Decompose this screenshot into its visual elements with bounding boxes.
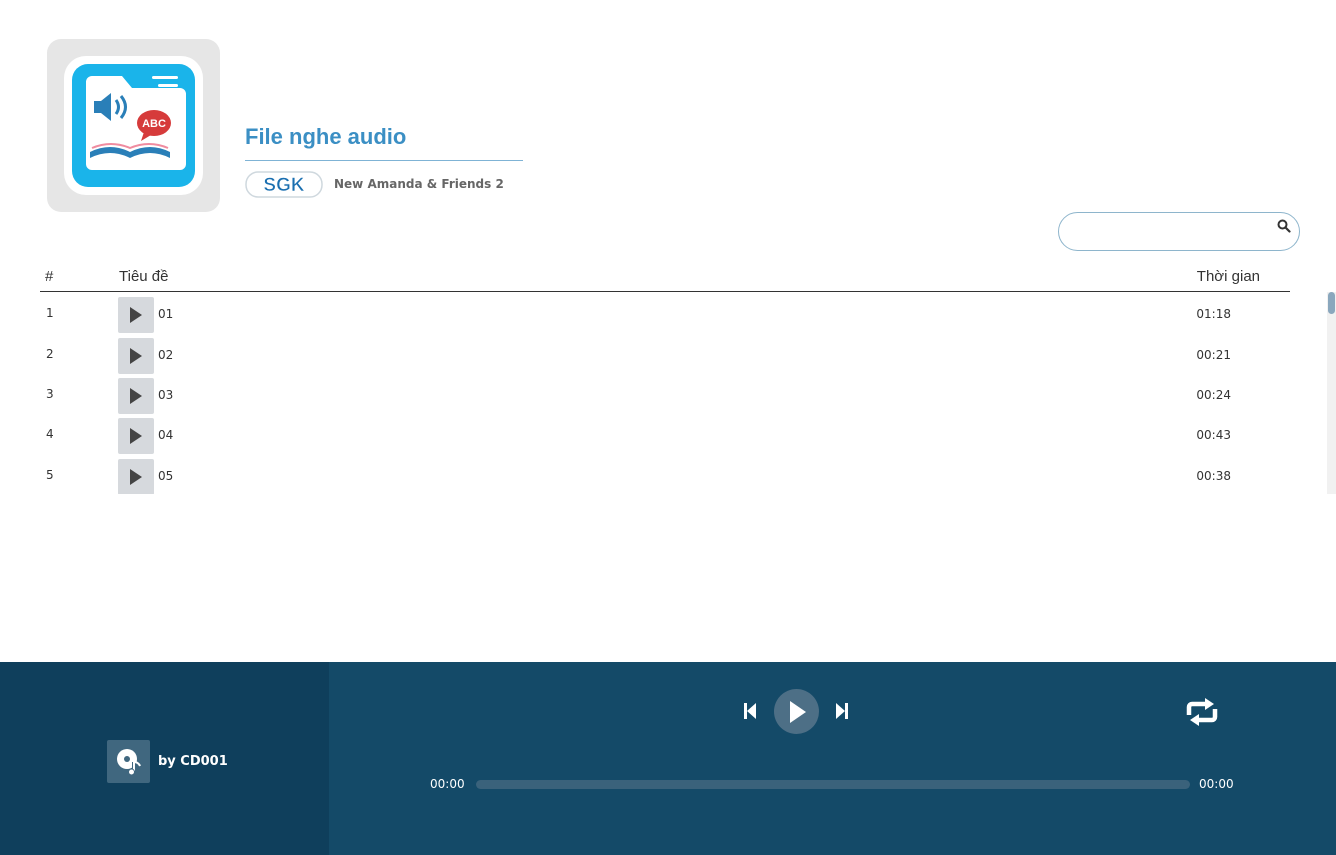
next-track-button[interactable] [834,702,850,724]
audio-page: ABC File nghe audio SGK New Amanda & Fri… [0,0,1336,855]
play-button[interactable] [774,689,819,734]
cd-music-icon [107,740,150,783]
track-number: 2 [46,347,54,361]
play-icon [130,428,142,444]
svg-text:ABC: ABC [142,118,166,130]
track-number: 4 [46,427,54,441]
play-icon [130,307,142,323]
track-number: 5 [46,468,54,482]
track-duration: 00:43 [1196,428,1231,442]
track-play-button[interactable] [118,297,154,333]
audio-player: by CD001 00:00 00:00 [0,662,1336,855]
track-table-header: # Tiêu đề Thời gian [40,262,1290,292]
track-list-scrollbar[interactable] [1327,292,1336,494]
skip-previous-icon [744,703,756,719]
audio-book-folder-icon: ABC [72,64,195,187]
track-name: 01 [158,307,174,321]
column-time: Thời gian [1196,268,1260,285]
play-icon [130,348,142,364]
track-duration: 00:38 [1196,469,1231,483]
play-icon [130,388,142,404]
track-name: 03 [158,388,174,402]
repeat-button[interactable] [1183,698,1221,730]
track-name: 02 [158,348,174,362]
current-time: 00:00 [430,777,465,791]
table-row[interactable]: 3 03 00:24 [40,373,1290,414]
track-play-button[interactable] [118,378,154,414]
scrollbar-thumb[interactable] [1328,292,1335,314]
title-divider [245,160,523,161]
table-row[interactable]: 5 05 00:38 [40,454,1290,494]
track-play-button[interactable] [118,418,154,454]
track-number: 3 [46,387,54,401]
seek-bar[interactable] [476,780,1190,789]
table-row[interactable]: 2 02 00:21 [40,333,1290,374]
album-byline: by CD001 [158,754,228,769]
search-input[interactable] [1073,221,1273,243]
player-info-panel: by CD001 [0,662,329,855]
page-title: File nghe audio [245,124,407,149]
track-play-button[interactable] [118,338,154,374]
previous-track-button[interactable] [742,702,758,724]
track-number: 1 [46,306,54,320]
book-cover: ABC [47,39,220,212]
skip-next-icon [836,703,848,719]
total-time: 00:00 [1199,777,1234,791]
cover-app-icon: ABC [64,56,203,195]
track-name: 05 [158,469,174,483]
publisher-logo-text: SGK [263,175,304,196]
publisher-logo: SGK [245,171,323,198]
play-icon [130,469,142,485]
table-row[interactable]: 4 04 00:43 [40,413,1290,454]
book-name: New Amanda & Friends 2 [334,177,504,191]
track-play-button[interactable] [118,459,154,494]
column-title: Tiêu đề [119,268,169,285]
search-icon[interactable] [1277,219,1291,233]
repeat-icon [1186,698,1218,726]
search-box[interactable] [1058,212,1300,251]
track-list: 1 01 01:18 2 02 00:21 3 03 00:24 4 04 00… [40,292,1290,494]
track-duration: 00:21 [1196,348,1231,362]
track-name: 04 [158,428,174,442]
play-icon [790,701,806,723]
table-row[interactable]: 1 01 01:18 [40,292,1290,333]
column-number: # [45,268,54,285]
track-duration: 01:18 [1196,307,1231,321]
track-duration: 00:24 [1196,388,1231,402]
